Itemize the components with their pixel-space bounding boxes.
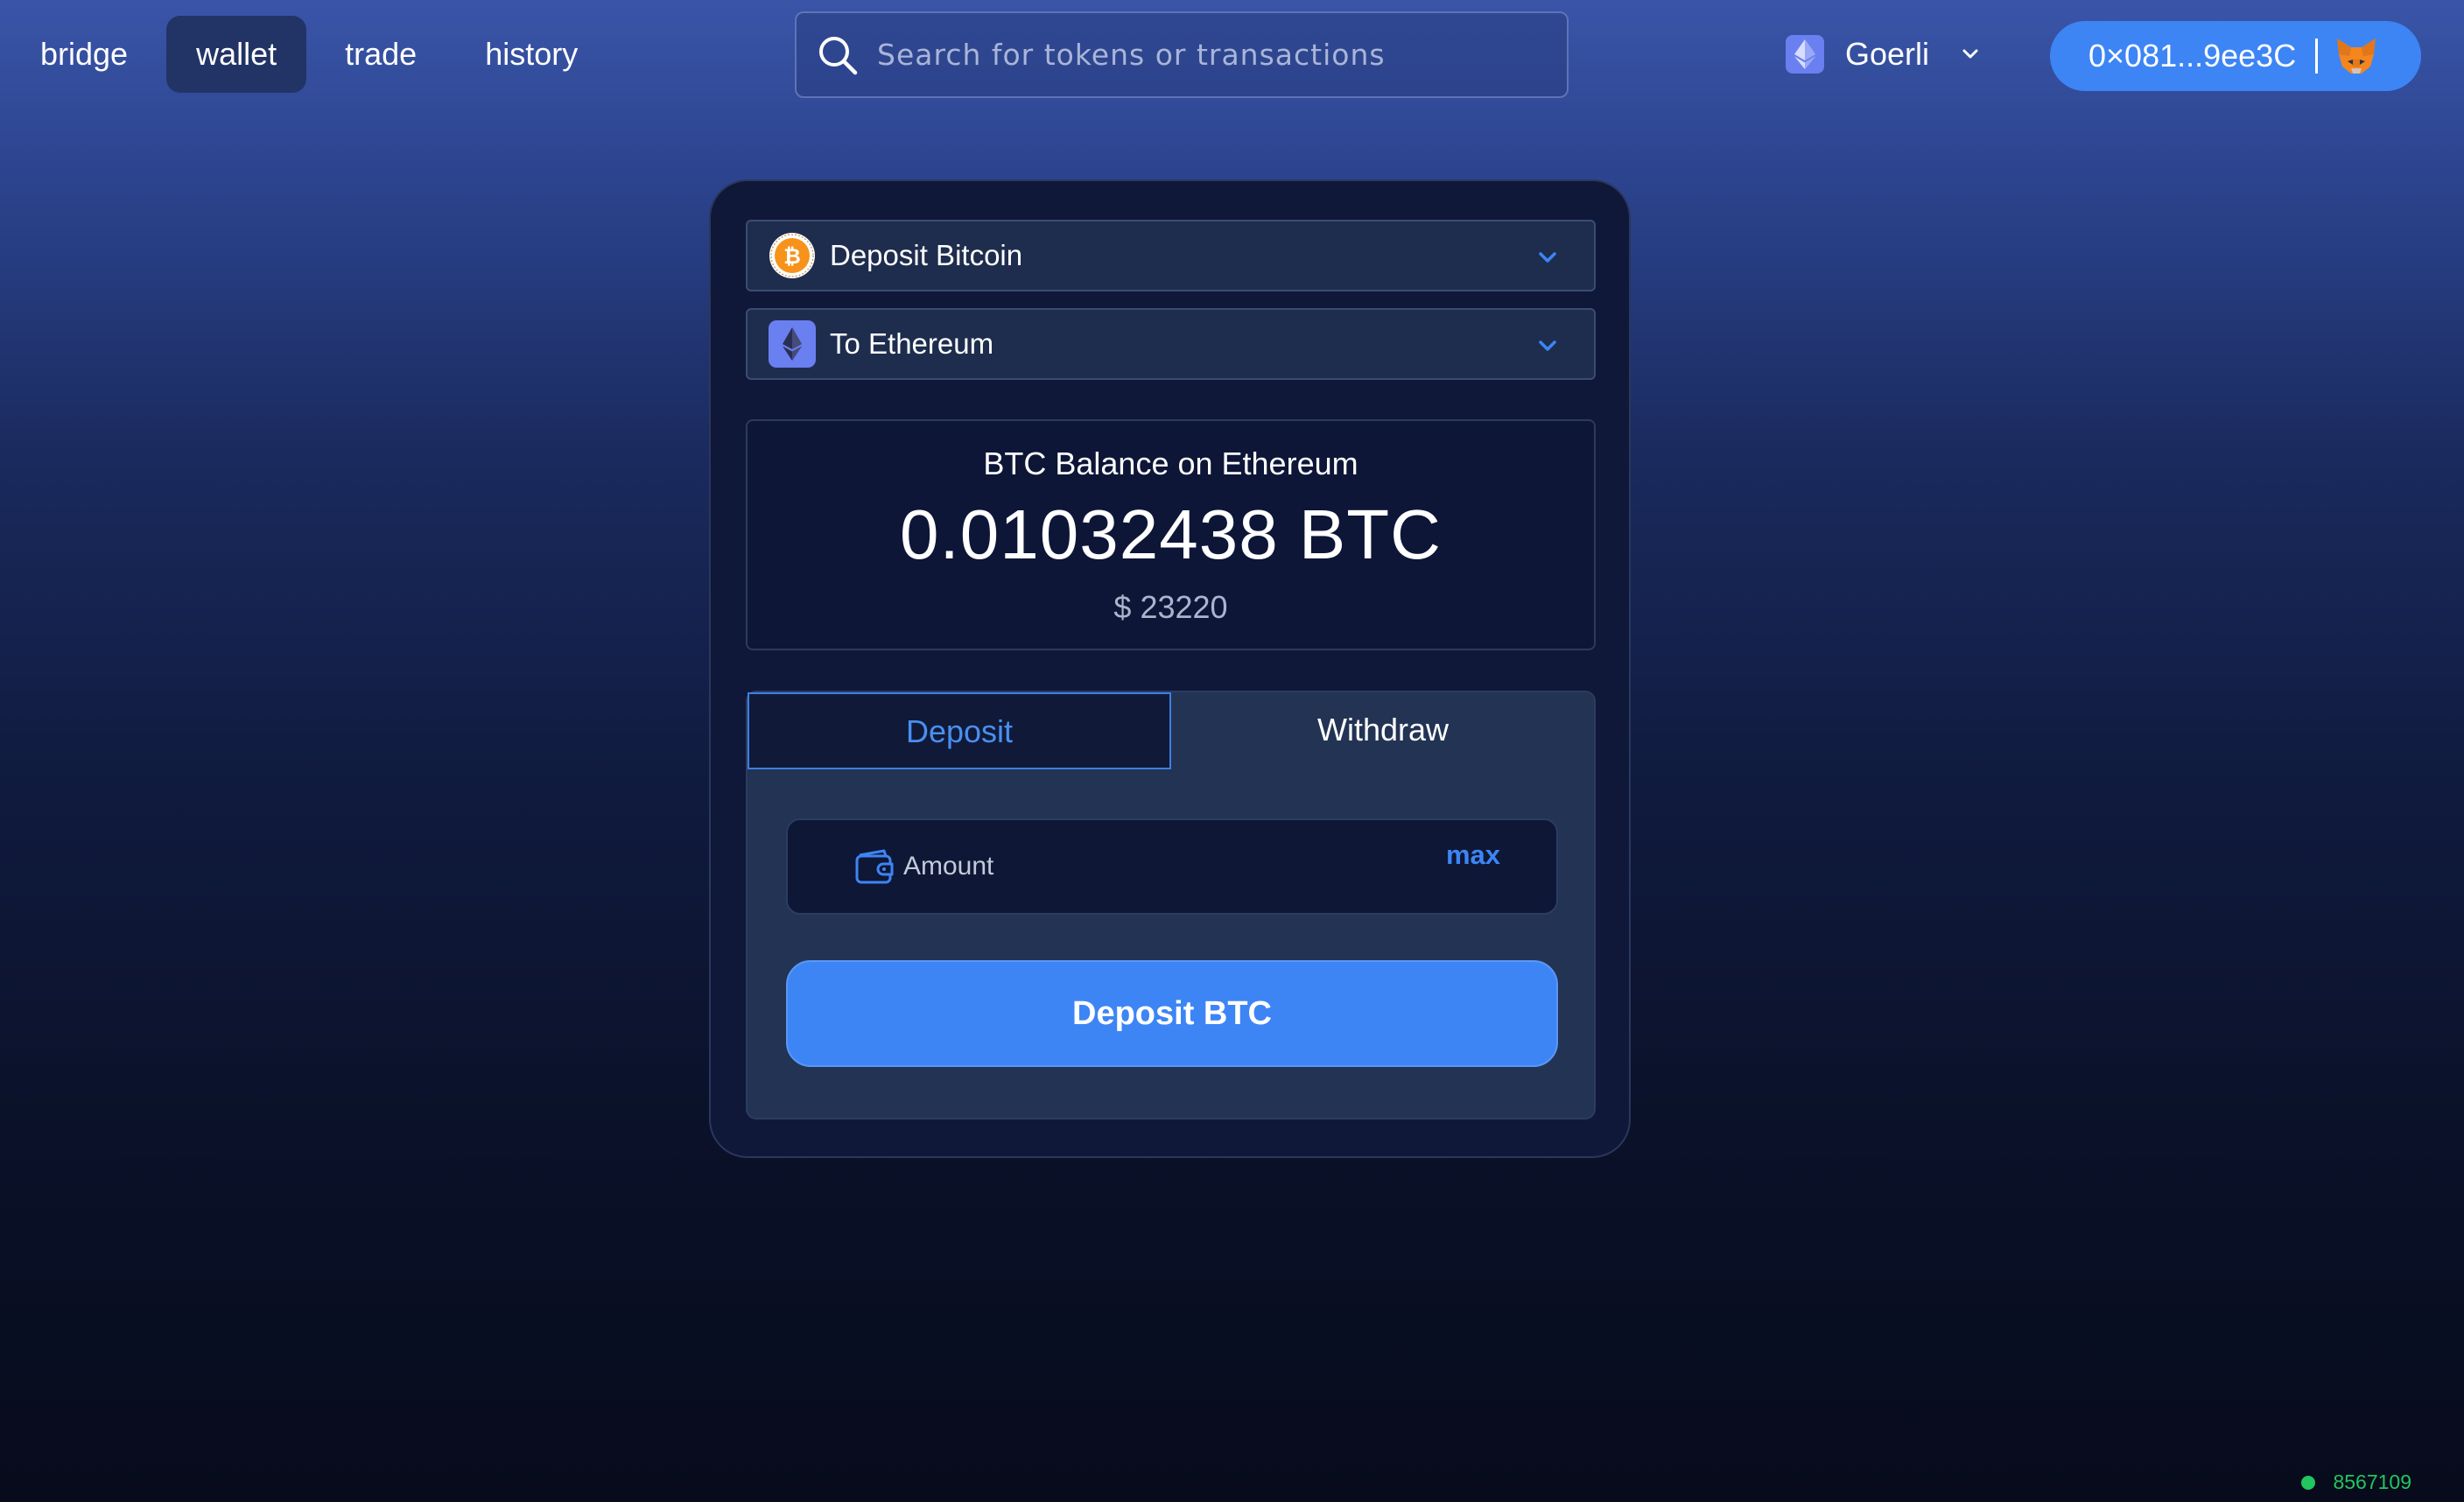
account-address: 0×081...9ee3C [2088, 38, 2297, 74]
chain-selector[interactable]: To Ethereum [746, 308, 1596, 380]
search-bar [795, 11, 1569, 98]
tab-withdraw[interactable]: Withdraw [1171, 692, 1595, 769]
balance-usd-value: $ 23220 [1113, 589, 1228, 625]
nav-trade[interactable]: trade [315, 16, 446, 93]
balance-amount: 0.01032438 BTC [900, 495, 1442, 573]
wallet-icon [855, 849, 894, 884]
search-input[interactable] [877, 38, 1560, 72]
tab-deposit[interactable]: Deposit [748, 692, 1171, 769]
status-dot [2301, 1475, 2316, 1490]
amount-input[interactable] [903, 852, 1393, 881]
asset-selector[interactable]: ₿ Deposit Bitcoin [746, 220, 1596, 291]
chevron-down-icon [1962, 49, 1978, 59]
amount-field: max [786, 818, 1558, 915]
deposit-btc-button[interactable]: Deposit BTC [786, 960, 1558, 1067]
bridge-card: ₿ Deposit Bitcoin To Ethereum BTC Balanc… [709, 179, 1631, 1158]
account-button[interactable]: 0×081...9ee3C [2050, 21, 2421, 91]
chevron-down-icon [1539, 252, 1556, 263]
block-number: 8567109 [2333, 1470, 2411, 1493]
account-divider [2315, 39, 2319, 74]
bitcoin-icon: ₿ [769, 233, 815, 278]
nav-bridge[interactable]: bridge [11, 16, 158, 93]
nav-history[interactable]: history [455, 16, 607, 93]
svg-text:₿: ₿ [783, 244, 801, 269]
search-icon [819, 36, 858, 74]
balance-title: BTC Balance on Ethereum [983, 446, 1358, 481]
network-selector[interactable]: Goerli [1786, 26, 1983, 82]
ethereum-icon [769, 320, 816, 368]
block-status: 8567109 [2301, 1470, 2411, 1494]
metamask-fox-icon [2337, 39, 2376, 74]
top-nav: bridge wallet trade history [11, 16, 607, 93]
balance-summary: BTC Balance on Ethereum 0.01032438 BTC $… [746, 419, 1596, 650]
network-label: Goerli [1845, 36, 1930, 72]
asset-selector-label: Deposit Bitcoin [830, 239, 1023, 271]
ethereum-icon [1786, 35, 1824, 74]
nav-wallet[interactable]: wallet [166, 16, 307, 93]
deposit-withdraw-panel: Deposit Withdraw max Deposit BTC [746, 691, 1596, 1119]
chevron-down-icon [1539, 340, 1556, 351]
chain-selector-label: To Ethereum [830, 327, 994, 360]
max-button[interactable]: max [1446, 839, 1500, 871]
